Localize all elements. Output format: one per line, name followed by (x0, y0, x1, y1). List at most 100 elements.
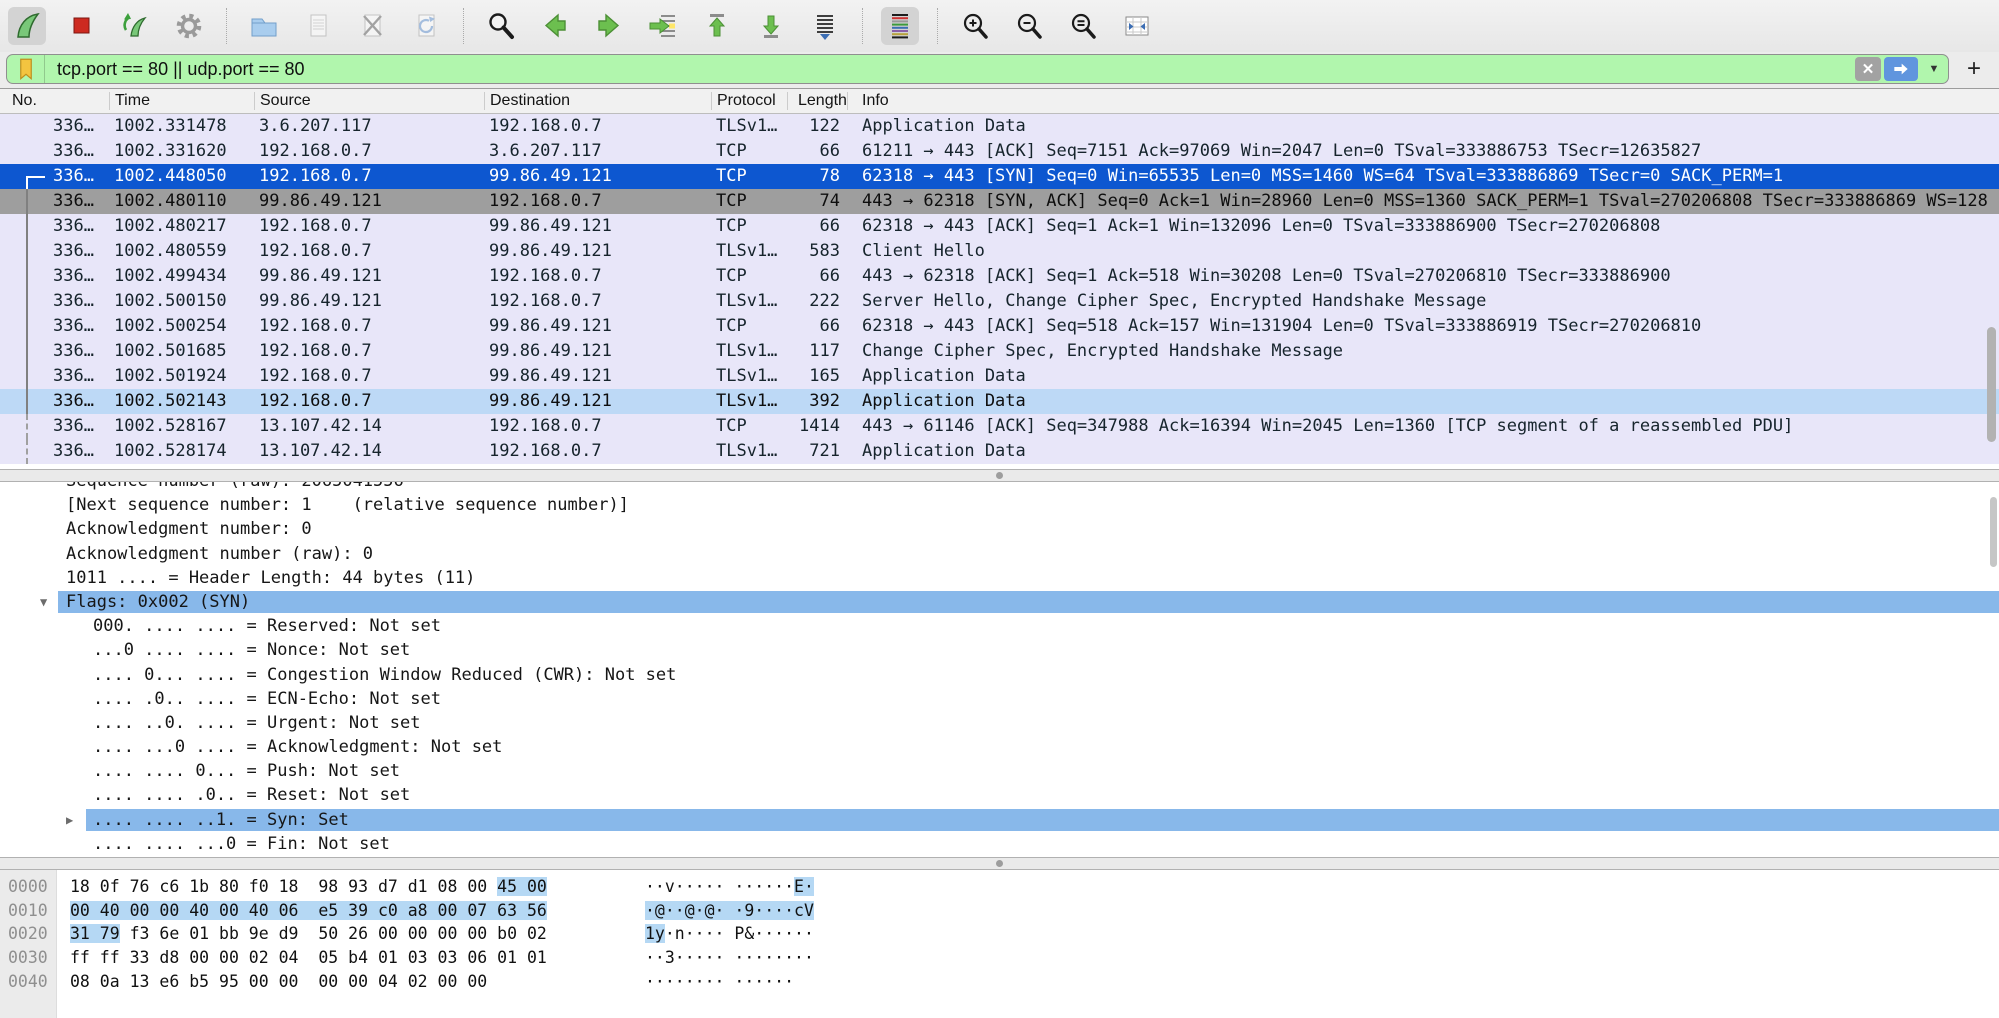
save-file-button[interactable] (299, 7, 337, 45)
next-packet-button[interactable] (590, 7, 628, 45)
detail-line[interactable]: Sequence number (raw): 2065041556 (0, 482, 1999, 493)
detail-line[interactable]: [Next sequence number: 1 (relative seque… (0, 493, 1999, 517)
packet-row[interactable]: 336…1002.52817413.107.42.14192.168.0.7TL… (0, 439, 1999, 464)
display-filter-field[interactable]: tcp.port == 80 || udp.port == 80 ✕ ▼ (6, 54, 1949, 84)
detail-line[interactable]: .... .0.. .... = ECN-Echo: Not set (0, 687, 1999, 711)
filter-clear-button[interactable]: ✕ (1855, 57, 1881, 81)
zoom-out-button[interactable] (1010, 7, 1048, 45)
packet-row[interactable]: 336…1002.331620192.168.0.73.6.207.117TCP… (0, 139, 1999, 164)
hex-ascii[interactable]: ········ ······ (645, 970, 794, 994)
hex-segment: 18 0f 76 c6 1b 80 f0 18 98 93 d7 d1 08 0… (70, 877, 497, 896)
hex-bytes[interactable]: 08 0a 13 e6 b5 95 00 00 00 00 04 02 00 0… (70, 970, 487, 994)
packet-cell-no: 336… (0, 189, 110, 214)
column-header-protocol[interactable]: Protocol (712, 92, 788, 110)
detail-line[interactable]: ...0 .... .... = Nonce: Not set (0, 638, 1999, 662)
packet-cell-no: 336… (0, 164, 110, 189)
hex-bytes[interactable]: 00 40 00 00 40 00 40 06 e5 39 c0 a8 00 0… (70, 899, 547, 923)
hex-row[interactable]: 0030ff ff 33 d8 00 00 02 04 05 b4 01 03 … (0, 946, 1999, 970)
packet-cell-info: 443 → 62318 [SYN, ACK] Seq=0 Ack=1 Win=2… (848, 189, 1999, 214)
open-file-button[interactable] (245, 7, 283, 45)
detail-line[interactable]: .... 0... .... = Congestion Window Reduc… (0, 663, 1999, 687)
column-header-destination[interactable]: Destination (485, 92, 712, 110)
hex-highlighted-segment: 00 40 00 00 40 00 40 06 e5 39 c0 a8 00 0… (70, 901, 547, 920)
resize-columns-button[interactable] (1118, 7, 1156, 45)
hex-ascii[interactable]: ··3····· ········ (645, 946, 814, 970)
close-file-button[interactable] (353, 7, 391, 45)
restart-capture-button[interactable] (116, 7, 154, 45)
hex-row[interactable]: 001000 40 00 00 40 00 40 06 e5 39 c0 a8 … (0, 899, 1999, 923)
packet-cell-info: Application Data (848, 439, 1999, 464)
packet-list-scrollbar-thumb[interactable] (1987, 327, 1996, 442)
detail-line[interactable]: Acknowledgment number: 0 (0, 517, 1999, 541)
column-header-source[interactable]: Source (255, 92, 485, 110)
hex-row[interactable]: 000018 0f 76 c6 1b 80 f0 18 98 93 d7 d1 … (0, 875, 1999, 899)
packet-row[interactable]: 336…1002.3314783.6.207.117192.168.0.7TLS… (0, 114, 1999, 139)
column-header-info[interactable]: Info (848, 92, 1999, 110)
hex-bytes[interactable]: 31 79 f3 6e 01 bb 9e d9 50 26 00 00 00 0… (70, 922, 547, 946)
detail-line[interactable]: .... ...0 .... = Acknowledgment: Not set (0, 735, 1999, 759)
packet-row[interactable]: 336…1002.480217192.168.0.799.86.49.121TC… (0, 214, 1999, 239)
hex-bytes[interactable]: ff ff 33 d8 00 00 02 04 05 b4 01 03 03 0… (70, 946, 547, 970)
last-packet-button[interactable] (752, 7, 790, 45)
column-header-time[interactable]: Time (110, 92, 255, 110)
packet-row[interactable]: 336…1002.480559192.168.0.799.86.49.121TL… (0, 239, 1999, 264)
pane-splitter-top[interactable] (0, 469, 1999, 482)
save-document-icon (302, 10, 334, 42)
column-header-length[interactable]: Length (788, 92, 848, 110)
reload-file-button[interactable] (407, 7, 445, 45)
start-capture-button[interactable] (8, 7, 46, 45)
packet-cell-time: 1002.480110 (110, 189, 255, 214)
display-filter-input[interactable]: tcp.port == 80 || udp.port == 80 (45, 59, 1855, 80)
zoom-in-button[interactable] (956, 7, 994, 45)
first-packet-button[interactable] (698, 7, 736, 45)
detail-line[interactable]: .... ..0. .... = Urgent: Not set (0, 711, 1999, 735)
detail-line[interactable]: .... .... .0.. = Reset: Not set (0, 783, 1999, 807)
zoom-reset-button[interactable] (1064, 7, 1102, 45)
filter-history-dropdown[interactable]: ▼ (1924, 63, 1944, 75)
packet-row[interactable]: 336…1002.502143192.168.0.799.86.49.121TL… (0, 389, 1999, 414)
capture-options-button[interactable] (170, 7, 208, 45)
column-header-no[interactable]: No. (0, 92, 110, 110)
add-filter-button[interactable]: + (1961, 55, 1987, 83)
detail-line[interactable]: ▼Flags: 0x002 (SYN) (0, 590, 1999, 614)
hex-row[interactable]: 004008 0a 13 e6 b5 95 00 00 00 00 04 02 … (0, 970, 1999, 994)
hex-ascii[interactable]: 1y·n···· P&······ (645, 922, 814, 946)
packet-row[interactable]: 336…1002.448050192.168.0.799.86.49.121TC… (0, 164, 1999, 189)
hex-bytes[interactable]: 18 0f 76 c6 1b 80 f0 18 98 93 d7 d1 08 0… (70, 875, 547, 899)
find-packet-button[interactable] (482, 7, 520, 45)
pane-splitter-bottom[interactable] (0, 857, 1999, 870)
detail-line[interactable]: .... .... 0... = Push: Not set (0, 759, 1999, 783)
packet-row[interactable]: 336…1002.48011099.86.49.121192.168.0.7TC… (0, 189, 1999, 214)
details-scrollbar-thumb[interactable] (1990, 497, 1997, 567)
packet-cell-destination: 99.86.49.121 (485, 239, 712, 264)
detail-line[interactable]: .... .... ...0 = Fin: Not set (0, 832, 1999, 856)
filter-apply-button[interactable] (1884, 57, 1918, 81)
hex-row[interactable]: 002031 79 f3 6e 01 bb 9e d9 50 26 00 00 … (0, 922, 1999, 946)
packet-cell-protocol: TLSv1… (712, 364, 788, 389)
stop-capture-button[interactable] (62, 7, 100, 45)
expander-closed-icon[interactable]: ▶ (66, 808, 73, 832)
packet-cell-destination: 3.6.207.117 (485, 139, 712, 164)
hex-ascii[interactable]: ·@··@·@· ·9····cV (645, 899, 814, 923)
packet-row[interactable]: 336…1002.52816713.107.42.14192.168.0.7TC… (0, 414, 1999, 439)
packet-row[interactable]: 336…1002.50015099.86.49.121192.168.0.7TL… (0, 289, 1999, 314)
packet-row[interactable]: 336…1002.501924192.168.0.799.86.49.121TL… (0, 364, 1999, 389)
packet-row[interactable]: 336…1002.500254192.168.0.799.86.49.121TC… (0, 314, 1999, 339)
auto-scroll-button[interactable] (806, 7, 844, 45)
expander-open-icon[interactable]: ▼ (40, 590, 47, 614)
detail-line[interactable]: 1011 .... = Header Length: 44 bytes (11) (0, 566, 1999, 590)
detail-line[interactable]: Acknowledgment number (raw): 0 (0, 542, 1999, 566)
packet-row[interactable]: 336…1002.49943499.86.49.121192.168.0.7TC… (0, 264, 1999, 289)
colorize-button[interactable] (881, 7, 919, 45)
packet-cell-no: 336… (0, 439, 110, 464)
filter-bookmark-button[interactable] (7, 55, 45, 83)
previous-packet-button[interactable] (536, 7, 574, 45)
detail-line[interactable]: 000. .... .... = Reserved: Not set (0, 614, 1999, 638)
hex-segment: 08 0a 13 e6 b5 95 00 00 00 00 04 02 00 0… (70, 972, 487, 991)
detail-line-text: Acknowledgment number: 0 (0, 517, 312, 541)
detail-line[interactable]: ▶.... .... ..1. = Syn: Set (0, 808, 1999, 832)
packet-cell-time: 1002.500254 (110, 314, 255, 339)
goto-packet-button[interactable] (644, 7, 682, 45)
hex-ascii[interactable]: ··v····· ······E· (645, 875, 814, 899)
packet-row[interactable]: 336…1002.501685192.168.0.799.86.49.121TL… (0, 339, 1999, 364)
